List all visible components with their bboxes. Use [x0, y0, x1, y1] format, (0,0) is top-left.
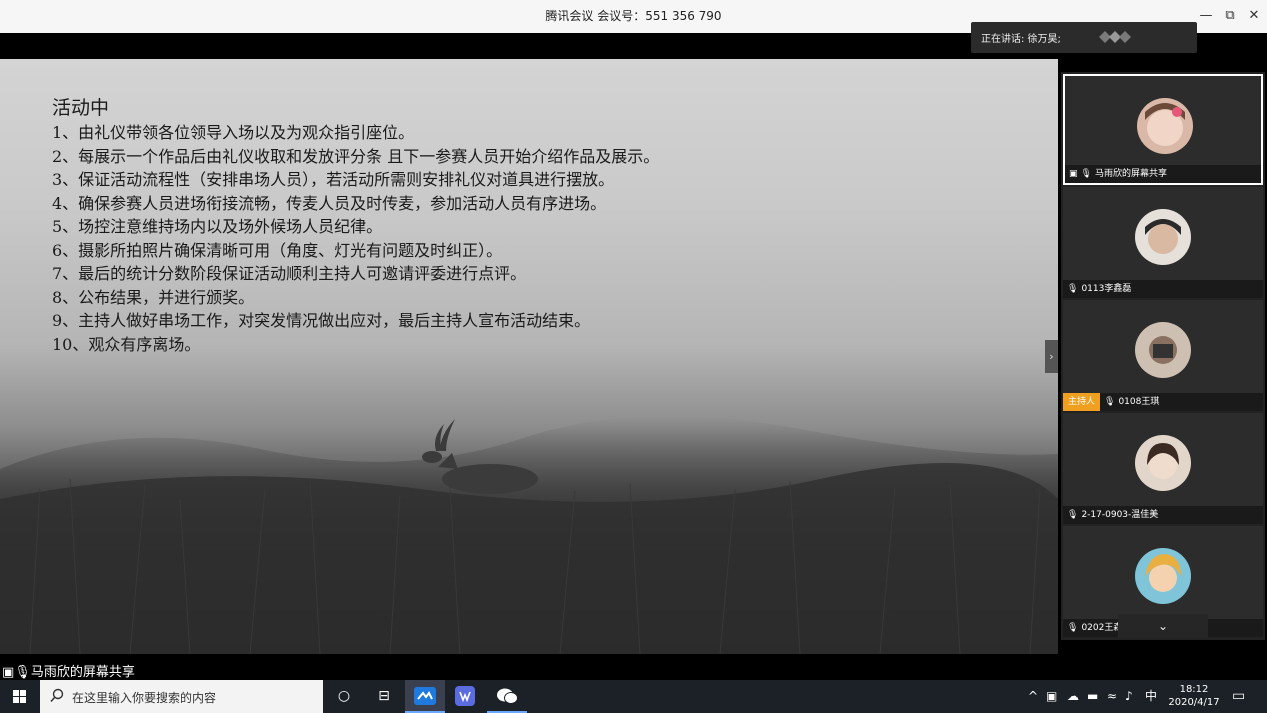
slide-line: 9、主持人做好串场工作，对突发情况做出应对，最后主持人宣布活动结束。: [52, 311, 591, 330]
network-status-icon[interactable]: ▣: [1046, 680, 1057, 713]
wifi-icon[interactable]: ≈: [1107, 680, 1117, 713]
minimize-button[interactable]: —: [1196, 8, 1216, 23]
clock[interactable]: 18:12 2020/4/17: [1166, 683, 1222, 709]
participant-name: 马雨欣的屏幕共享: [1094, 169, 1167, 179]
mic-muted-icon: 🎙: [1067, 284, 1079, 294]
shared-screen: 活动中 1、由礼仪带领各位领导入场以及为观众指引座位。 2、每展示一个作品后由礼…: [0, 59, 1058, 654]
tray-overflow-button[interactable]: ^: [1028, 680, 1038, 713]
participant-tile[interactable]: 主持人 🎙 0108王琪: [1063, 300, 1263, 411]
speaking-wave-icon: [1099, 31, 1131, 43]
restore-button[interactable]: ⧉: [1220, 8, 1240, 23]
task-view-icon[interactable]: ⊟: [364, 680, 404, 713]
host-badge: 主持人: [1063, 393, 1101, 411]
taskbar-search-box[interactable]: 在这里输入你要搜索的内容: [40, 680, 323, 713]
participant-label: 主持人 🎙 0108王琪: [1063, 393, 1263, 411]
slide-line: 4、确保参赛人员进场衔接流畅，传麦人员及时传麦，参加活动人员有序进场。: [52, 193, 607, 213]
mic-muted-icon: 🎙: [1067, 510, 1079, 520]
slide-heading: 活动中: [52, 97, 110, 119]
slide-line: 8、公布结果，并进行颁奖。: [52, 287, 255, 307]
clock-time: 18:12: [1179, 684, 1209, 695]
mic-muted-icon: 🎙: [1067, 623, 1079, 633]
battery-icon[interactable]: ▬: [1087, 680, 1098, 713]
slide-line: 7、最后的统计分数阶段保证活动顺利主持人可邀请评委进行点评。: [52, 264, 527, 283]
windows-logo-icon: [13, 690, 26, 703]
participant-tile[interactable]: 🎙 0113李鑫磊: [1063, 187, 1263, 298]
slide-line: 5、场控注意维持场内以及场外候场人员纪律。: [52, 217, 383, 236]
cloud-sync-icon[interactable]: ☁: [1067, 680, 1079, 713]
screen-share-icon: ▣: [1069, 169, 1078, 179]
close-button[interactable]: ✕: [1244, 8, 1264, 23]
share-source-name: 马雨欣的屏幕共享: [30, 665, 135, 680]
participant-tile[interactable]: ▣ 🎙 马雨欣的屏幕共享: [1063, 74, 1263, 185]
participant-name: 0113李鑫磊: [1081, 284, 1132, 294]
ime-indicator[interactable]: 中: [1145, 680, 1157, 713]
slide-line: 6、摄影所拍照片确保清晰可用（角度、灯光有问题及时纠正）。: [52, 240, 503, 260]
participant-panel: ▣ 🎙 马雨欣的屏幕共享 🎙 0113李鑫磊 主持人 🎙 0108王琪 🎙 2-…: [1061, 72, 1265, 640]
avatar: [1135, 435, 1191, 491]
participant-label: ▣ 🎙 马雨欣的屏幕共享: [1065, 165, 1261, 183]
tencent-meeting-app-icon[interactable]: [405, 680, 445, 713]
panel-toggle-button[interactable]: ›: [1045, 340, 1058, 373]
participant-tile[interactable]: 🎙 2-17-0903-温佳美: [1063, 413, 1263, 524]
notification-center-icon[interactable]: ▭: [1232, 680, 1245, 713]
mic-muted-icon: 🎙: [1104, 397, 1116, 407]
share-source-label: ▣🎙马雨欣的屏幕共享: [2, 661, 135, 680]
collapse-panel-button[interactable]: ⌄: [1118, 614, 1208, 638]
avatar: [1135, 322, 1191, 378]
browser-app-icon[interactable]: [445, 680, 485, 713]
participant-name: 0108王琪: [1118, 397, 1160, 407]
slide-line: 2、每展示一个作品后由礼仪收取和发放评分条 且下一参赛人员开始介绍作品及展示。: [52, 146, 660, 166]
slide-content: 活动中 1、由礼仪带领各位领导入场以及为观众指引座位。 2、每展示一个作品后由礼…: [52, 95, 659, 356]
volume-icon[interactable]: ♪: [1125, 680, 1133, 713]
avatar: [1137, 98, 1193, 154]
avatar: [1135, 548, 1191, 604]
wechat-app-icon[interactable]: [487, 680, 527, 713]
app-window: 腾讯会议 会议号：551 356 790 — ⧉ ✕ 正在讲话: 徐万昊; 活动…: [0, 0, 1267, 713]
mic-muted-icon: 🎙: [14, 665, 31, 680]
participant-label: 🎙 0113李鑫磊: [1063, 280, 1263, 298]
taskbar: 在这里输入你要搜索的内容 ○ ⊟ ^ ▣ ☁ ▬ ≈ ♪ 中 18:12 202…: [0, 680, 1267, 713]
speaking-indicator: 正在讲话: 徐万昊;: [971, 22, 1197, 53]
participant-name: 2-17-0903-温佳美: [1081, 510, 1159, 520]
start-button[interactable]: [0, 680, 40, 713]
participant-label: 🎙 2-17-0903-温佳美: [1063, 506, 1263, 524]
slide-line: 3、保证活动流程性（安排串场人员），若活动所需则安排礼仪对道具进行摆放。: [52, 170, 615, 189]
slide-line: 1、由礼仪带领各位领导入场以及为观众指引座位。: [52, 123, 415, 142]
search-icon: [50, 688, 64, 702]
cortana-icon[interactable]: ○: [324, 680, 364, 713]
search-placeholder: 在这里输入你要搜索的内容: [72, 691, 217, 705]
slide-line: 10、观众有序离场。: [52, 334, 201, 354]
mic-muted-icon: 🎙: [1080, 169, 1092, 179]
speaking-label: 正在讲话: 徐万昊;: [981, 34, 1061, 45]
clock-date: 2020/4/17: [1168, 697, 1220, 708]
avatar: [1135, 209, 1191, 265]
screen-share-icon: ▣: [2, 665, 15, 680]
